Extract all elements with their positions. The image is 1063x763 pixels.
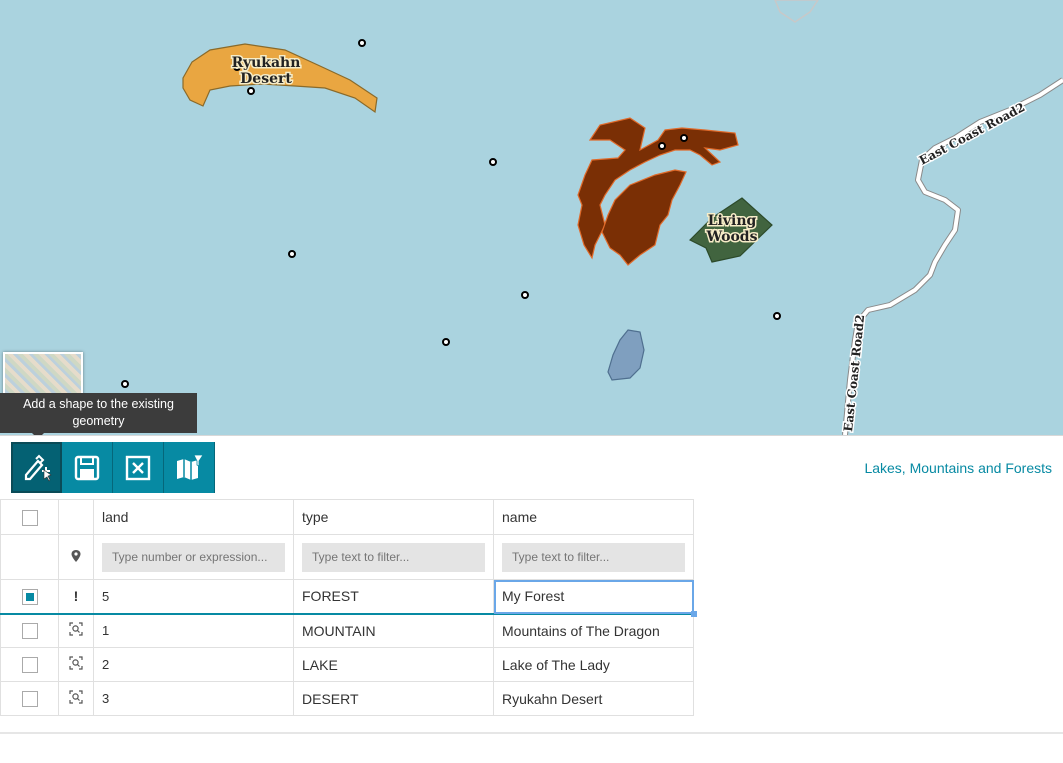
cell-name[interactable]: Lake of The Lady [493,647,694,682]
table-row[interactable]: 2 LAKE Lake of The Lady [0,647,694,682]
zoom-to-feature-icon[interactable] [69,622,83,636]
road-label-top: East Coast Road2 [917,100,1027,168]
editing-toolbar [11,442,215,493]
column-header-name[interactable]: name [493,499,694,535]
panel-footer-divider [0,732,1063,734]
row-status-indicator: ! [58,579,94,615]
cell-name[interactable]: Mountains of The Dragon [493,613,694,648]
add-shape-icon [24,454,52,482]
road-label-side: East Coast Road2 [841,314,867,433]
row-checkbox[interactable] [21,657,38,674]
cell-name[interactable]: Ryukahn Desert [493,681,694,716]
layer-title: Lakes, Mountains and Forests [864,460,1052,476]
cancel-icon [125,455,151,480]
row-checkbox[interactable] [21,691,38,708]
forest-shape-south [601,169,687,266]
select-all-checkbox[interactable] [21,509,38,526]
save-button[interactable] [62,442,113,493]
cell-land[interactable]: 1 [93,613,294,648]
cell-name-editing[interactable]: My Forest [493,579,697,617]
cell-type[interactable]: LAKE [293,647,494,682]
cell-resize-handle[interactable] [691,610,697,617]
row-checkbox[interactable] [21,588,38,605]
cell-type[interactable]: MOUNTAIN [293,613,494,648]
attribute-table-panel: Lakes, Mountains and Forests land type n… [0,435,1063,763]
zoom-to-feature-icon[interactable] [69,656,83,670]
save-icon [74,455,100,480]
cell-name-value: My Forest [502,588,565,605]
column-header-type[interactable]: type [293,499,494,535]
desert-label-line1: Ryukahn [232,55,301,71]
type-filter-input[interactable] [302,542,485,572]
add-shape-button[interactable] [11,442,62,493]
map-filter-icon [177,454,204,480]
lake-shape [607,329,645,381]
table-row[interactable]: ! 5 FOREST My Forest [0,579,697,617]
map-view[interactable]: Ryukahn Desert Living Woods East Coast R… [0,0,1063,435]
tooltip: Add a shape to the existing geometry [0,393,197,433]
cell-type[interactable]: FOREST [293,579,494,615]
grid-filter-row [0,534,694,580]
zoom-to-feature-icon[interactable] [69,690,83,704]
attribute-grid: land type name ! 5 FOREST My Forest 1 MO… [0,499,697,716]
cell-land[interactable]: 3 [93,681,294,716]
land-filter-input[interactable] [102,542,285,572]
cell-land[interactable]: 5 [93,579,294,615]
column-header-land[interactable]: land [93,499,294,535]
map-filter-button[interactable] [164,442,215,493]
row-checkbox[interactable] [21,623,38,640]
table-row[interactable]: 3 DESERT Ryukahn Desert [0,681,694,716]
cancel-button[interactable] [113,442,164,493]
cell-land[interactable]: 2 [93,647,294,682]
woods-label-line1: Living [708,213,757,229]
island-shape [774,0,819,23]
name-filter-input[interactable] [502,542,685,572]
road-line [842,77,1063,435]
grid-header-row: land type name [0,499,694,535]
table-row[interactable]: 1 MOUNTAIN Mountains of The Dragon [0,613,694,648]
desert-label-line2: Desert [240,71,292,87]
location-pin-icon[interactable] [70,549,82,563]
cell-type[interactable]: DESERT [293,681,494,716]
vertex-points [121,39,781,388]
woods-label-line2: Woods [706,229,758,245]
